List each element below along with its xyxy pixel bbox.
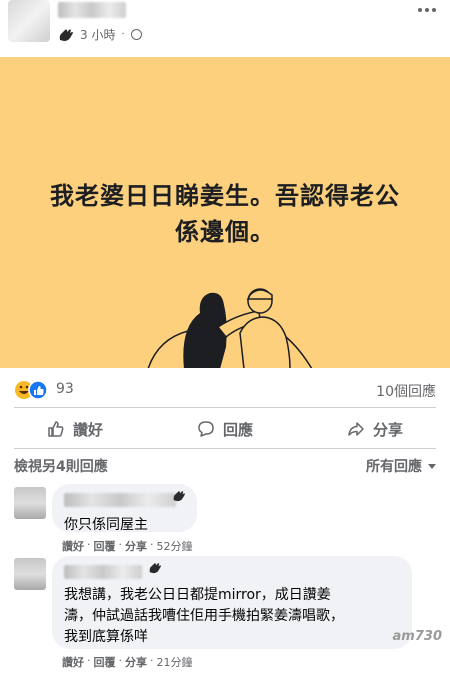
comment-actions: 讚好 · 回覆 · 分享 · 21分鐘 bbox=[62, 654, 193, 670]
watermark: am730 bbox=[392, 629, 442, 644]
share-label: 分享 bbox=[372, 420, 403, 439]
comment-text-line-3: 我到底算係咩 bbox=[64, 629, 148, 645]
comments-header: 檢視另4則回應 所有回應 bbox=[0, 456, 450, 478]
commenter-name-redacted[interactable] bbox=[64, 565, 142, 579]
share-button[interactable]: 分享 bbox=[300, 414, 450, 444]
thumbs-up-icon bbox=[48, 421, 64, 437]
comment-actions: 讚好 · 回覆 · 分享 · 52分鐘 bbox=[62, 538, 193, 554]
like-button[interactable]: 讚好 bbox=[0, 414, 150, 444]
post-time[interactable]: 3 小時 bbox=[80, 26, 115, 43]
comment-sort-dropdown[interactable]: 所有回應 bbox=[366, 456, 436, 476]
globe-icon bbox=[130, 29, 142, 40]
reaction-count[interactable]: 93 bbox=[56, 381, 74, 397]
view-more-comments-link[interactable]: 檢視另4則回應 bbox=[14, 456, 108, 476]
action-bar: 讚好 回應 分享 bbox=[0, 414, 450, 444]
comment-like-link[interactable]: 讚好 bbox=[62, 654, 84, 670]
post-meta: 3 小時 · bbox=[58, 26, 142, 43]
comment-text-line-2: 濤，仲試過話我嘈住佢用手機拍緊姜濤唱歌， bbox=[64, 608, 344, 624]
comment-share-link[interactable]: 分享 bbox=[125, 538, 147, 554]
reaction-summary: 93 10個回應 bbox=[0, 377, 450, 403]
haha-like-reaction-icons[interactable] bbox=[14, 380, 50, 400]
couple-illustration bbox=[147, 288, 313, 368]
commenter-name-redacted[interactable] bbox=[64, 493, 176, 507]
comment-share-link[interactable]: 分享 bbox=[125, 654, 147, 670]
more-options-icon[interactable] bbox=[418, 8, 436, 12]
like-label: 讚好 bbox=[72, 420, 103, 439]
wave-hand-icon bbox=[149, 563, 161, 574]
share-arrow-icon bbox=[348, 422, 364, 436]
chevron-down-icon bbox=[428, 463, 436, 469]
comment-text: 我想講，我老公日日都提mirror，成日讚姜 濤，仲試過話我嘈住佢用手機拍緊姜濤… bbox=[64, 585, 400, 648]
comment-label: 回應 bbox=[222, 420, 253, 439]
commenter-avatar[interactable] bbox=[14, 558, 46, 590]
post-text: 我老婆日日睇姜生。吾認得老公 係邊個。 bbox=[0, 178, 450, 250]
wave-hand-icon bbox=[59, 29, 73, 41]
author-avatar[interactable] bbox=[8, 0, 50, 42]
comment-text-line-1: 我想講，我老公日日都提mirror，成日讚姜 bbox=[64, 587, 331, 603]
post-text-line-2: 係邊個。 bbox=[175, 218, 275, 246]
comment-like-link[interactable]: 讚好 bbox=[62, 538, 84, 554]
sort-label: 所有回應 bbox=[366, 459, 422, 475]
comment-count[interactable]: 10個回應 bbox=[376, 381, 436, 401]
comment-text: 你只係同屋主 bbox=[64, 517, 148, 533]
comment-reply-link[interactable]: 回覆 bbox=[94, 538, 116, 554]
post-header: 3 小時 · bbox=[0, 0, 450, 56]
commenter-avatar[interactable] bbox=[14, 487, 46, 519]
comment-bubble: 我想講，我老公日日都提mirror，成日讚姜 濤，仲試過話我嘈住佢用手機拍緊姜濤… bbox=[52, 556, 412, 649]
comment-reply-link[interactable]: 回覆 bbox=[94, 654, 116, 670]
author-name-redacted[interactable] bbox=[58, 2, 126, 18]
wave-hand-icon bbox=[173, 491, 185, 502]
divider bbox=[14, 407, 436, 408]
post-text-line-1: 我老婆日日睇姜生。吾認得老公 bbox=[50, 182, 400, 210]
comment-bubble-icon bbox=[198, 421, 214, 437]
comment-button[interactable]: 回應 bbox=[150, 414, 300, 444]
post-background: 我老婆日日睇姜生。吾認得老公 係邊個。 bbox=[0, 57, 450, 368]
comment-time[interactable]: 21分鐘 bbox=[157, 654, 193, 670]
meta-separator: · bbox=[121, 29, 125, 40]
comment-time[interactable]: 52分鐘 bbox=[157, 538, 193, 554]
divider bbox=[14, 448, 436, 449]
